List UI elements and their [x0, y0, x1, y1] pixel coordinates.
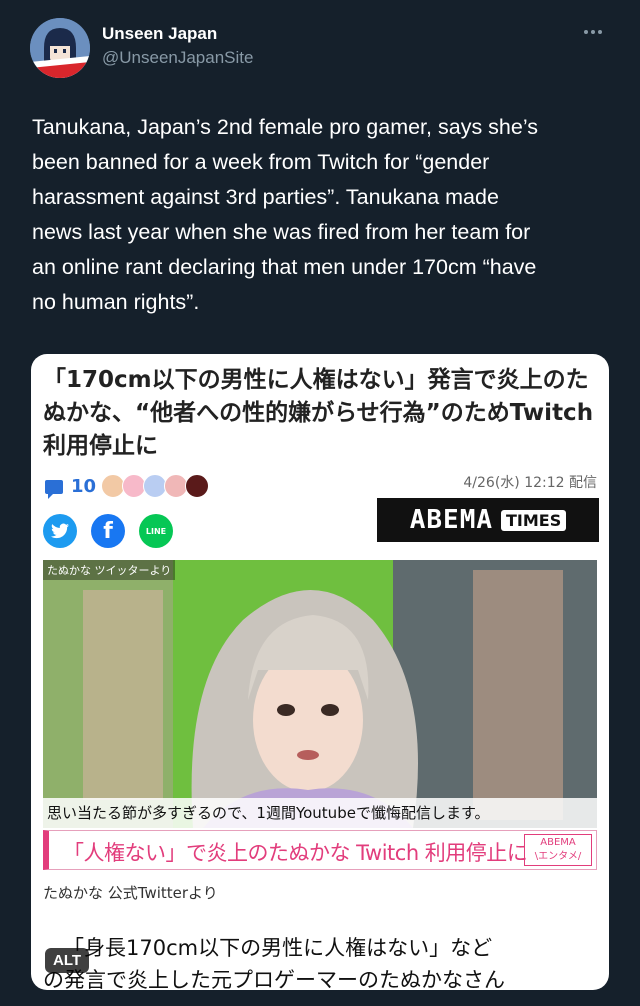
share-row: f LINE ABEMA TIMES: [43, 498, 599, 552]
article-headline: 「170cm以下の男性に人権はない」発言で炎上のたぬかな、“他者への性的嫌がらせ…: [43, 367, 594, 459]
publish-date: 4/26(水) 12:12 配信: [463, 475, 597, 491]
article-body: 「身長170cm以下の男性に人権はない」など の発言で炎上した元プロゲーマーのた…: [43, 936, 505, 990]
tweet-image[interactable]: 「170cm以下の男性に人権はない」発言で炎上のたぬかな、“他者への性的嫌がらせ…: [31, 354, 609, 990]
banner-text: 「人権ない」で炎上のたぬかな Twitch 利用停止に: [63, 841, 528, 865]
abema-times-logo: ABEMA TIMES: [377, 498, 599, 542]
reaction-surprise-icon: [185, 474, 209, 498]
banner-logo-line2: \エンタメ/: [534, 851, 582, 862]
line-icon[interactable]: LINE: [139, 514, 173, 548]
reaction-icons: [101, 474, 209, 498]
avatar-image: [30, 18, 90, 78]
image-source: たぬかな 公式Twitterより: [43, 884, 218, 902]
alt-badge[interactable]: ALT: [45, 948, 90, 973]
abema-entame-logo: ABEMA \エンタメ/: [524, 834, 592, 866]
avatar[interactable]: [30, 18, 90, 78]
headline-banner: 「人権ない」で炎上のたぬかな Twitch 利用停止に ABEMA \エンタメ/: [43, 830, 597, 870]
more-icon[interactable]: [580, 24, 606, 40]
photo-caption: 思い当たる節が多すぎるので、1週間Youtubeで懺悔配信します。: [43, 798, 597, 828]
comment-icon: [45, 480, 63, 499]
banner-logo-line1: ABEMA: [540, 837, 576, 848]
abema-logo-times: TIMES: [501, 509, 567, 531]
line-icon-label: LINE: [145, 526, 167, 536]
comment-count: 10: [71, 476, 97, 497]
account-handle[interactable]: @UnseenJapanSite: [102, 48, 253, 68]
twitter-icon[interactable]: [43, 514, 77, 548]
portrait-image: [43, 560, 597, 828]
photo-credit-tag: たぬかな ツイッターより: [43, 560, 176, 580]
tweet-text: Tanukana, Japan’s 2nd female pro gamer, …: [32, 115, 538, 314]
article-photo: たぬかな ツイッターより 思い当たる節が多すぎるので、1週間Youtubeで懺悔…: [43, 560, 597, 828]
account-names: Unseen Japan @UnseenJapanSite: [102, 24, 253, 68]
abema-logo-main: ABEMA: [409, 505, 494, 535]
tweet-header: Unseen Japan @UnseenJapanSite: [30, 18, 610, 80]
display-name[interactable]: Unseen Japan: [102, 24, 253, 44]
facebook-icon[interactable]: f: [91, 514, 125, 548]
